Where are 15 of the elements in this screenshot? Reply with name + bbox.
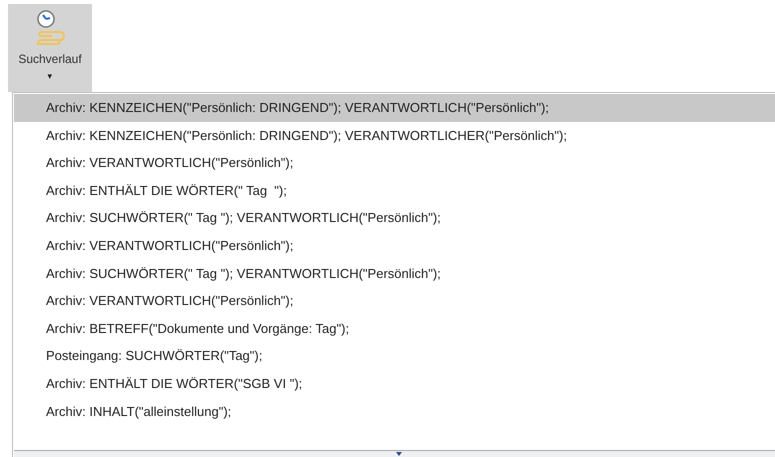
history-item[interactable]: Archiv: VERANTWORTLICH("Persönlich"); [14, 232, 775, 260]
history-item[interactable]: Archiv: INHALT("alleinstellung"); [14, 398, 775, 426]
down-arrow-icon [396, 452, 402, 456]
history-item[interactable]: Archiv: VERANTWORTLICH("Persönlich"); [14, 287, 775, 315]
history-item[interactable]: Archiv: BETREFF("Dokumente und Vorgänge: Tag"); [14, 314, 775, 342]
history-item[interactable]: Archiv: KENNZEICHEN("Persönlich: DRINGEND"); VERANTWORTLICH("Persönlich"); [14, 94, 775, 122]
history-item[interactable]: Archiv: ENTHÄLT DIE WÖRTER("SGB VI "); [14, 370, 775, 398]
history-item[interactable]: Archiv: KENNZEICHEN("Persönlich: DRINGEND"); VERANTWORTLICHER("Persönlich"); [14, 122, 775, 150]
search-history-button[interactable]: Suchverlauf ▾ [8, 4, 92, 92]
history-item[interactable]: Archiv: SUCHWÖRTER(" Tag "); VERANTWORTLICH("Persönlich"); [14, 260, 775, 288]
history-item[interactable]: Archiv: ENTHÄLT DIE WÖRTER(" Tag "); [14, 176, 775, 204]
history-item[interactable]: Archiv: SUCHWÖRTER(" Tag "); VERANTWORTLICH("Persönlich"); [14, 204, 775, 232]
caret-icon: ▾ [48, 72, 52, 81]
history-item[interactable]: Posteingang: SUCHWÖRTER("Tag"); [14, 342, 775, 370]
history-item[interactable]: Archiv: VERANTWORTLICH("Persönlich"); [14, 149, 775, 177]
